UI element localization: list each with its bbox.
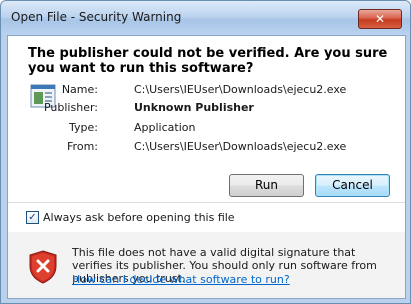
always-ask-checkbox[interactable]: ✓ <box>26 211 39 224</box>
publisher-value: Unknown Publisher <box>134 101 254 114</box>
title-bar: Open File - Security Warning ✕ <box>1 1 410 35</box>
security-shield-error-icon <box>29 250 57 284</box>
window-title: Open File - Security Warning <box>11 10 182 24</box>
name-value: C:\Users\IEUser\Downloads\ejecu2.exe <box>134 83 347 96</box>
always-ask-label[interactable]: Always ask before opening this file <box>43 211 235 224</box>
close-button[interactable]: ✕ <box>358 9 402 29</box>
name-label: Name: <box>61 83 98 96</box>
security-warning-dialog: Open File - Security Warning ✕ The publi… <box>0 0 411 304</box>
type-value: Application <box>134 121 196 134</box>
headline: The publisher could not be verified. Are… <box>28 46 388 76</box>
dialog-body: The publisher could not be verified. Are… <box>7 35 406 299</box>
cancel-button[interactable]: Cancel <box>315 174 390 197</box>
from-label: From: <box>67 140 98 153</box>
help-link[interactable]: How can I decide what software to run? <box>72 273 290 286</box>
from-value: C:\Users\IEUser\Downloads\ejecu2.exe <box>134 140 347 153</box>
warning-panel: This file does not have a valid digital … <box>8 232 405 298</box>
run-button[interactable]: Run <box>229 174 304 197</box>
publisher-label: Publisher: <box>43 101 98 114</box>
type-label: Type: <box>69 121 98 134</box>
divider <box>8 202 405 203</box>
